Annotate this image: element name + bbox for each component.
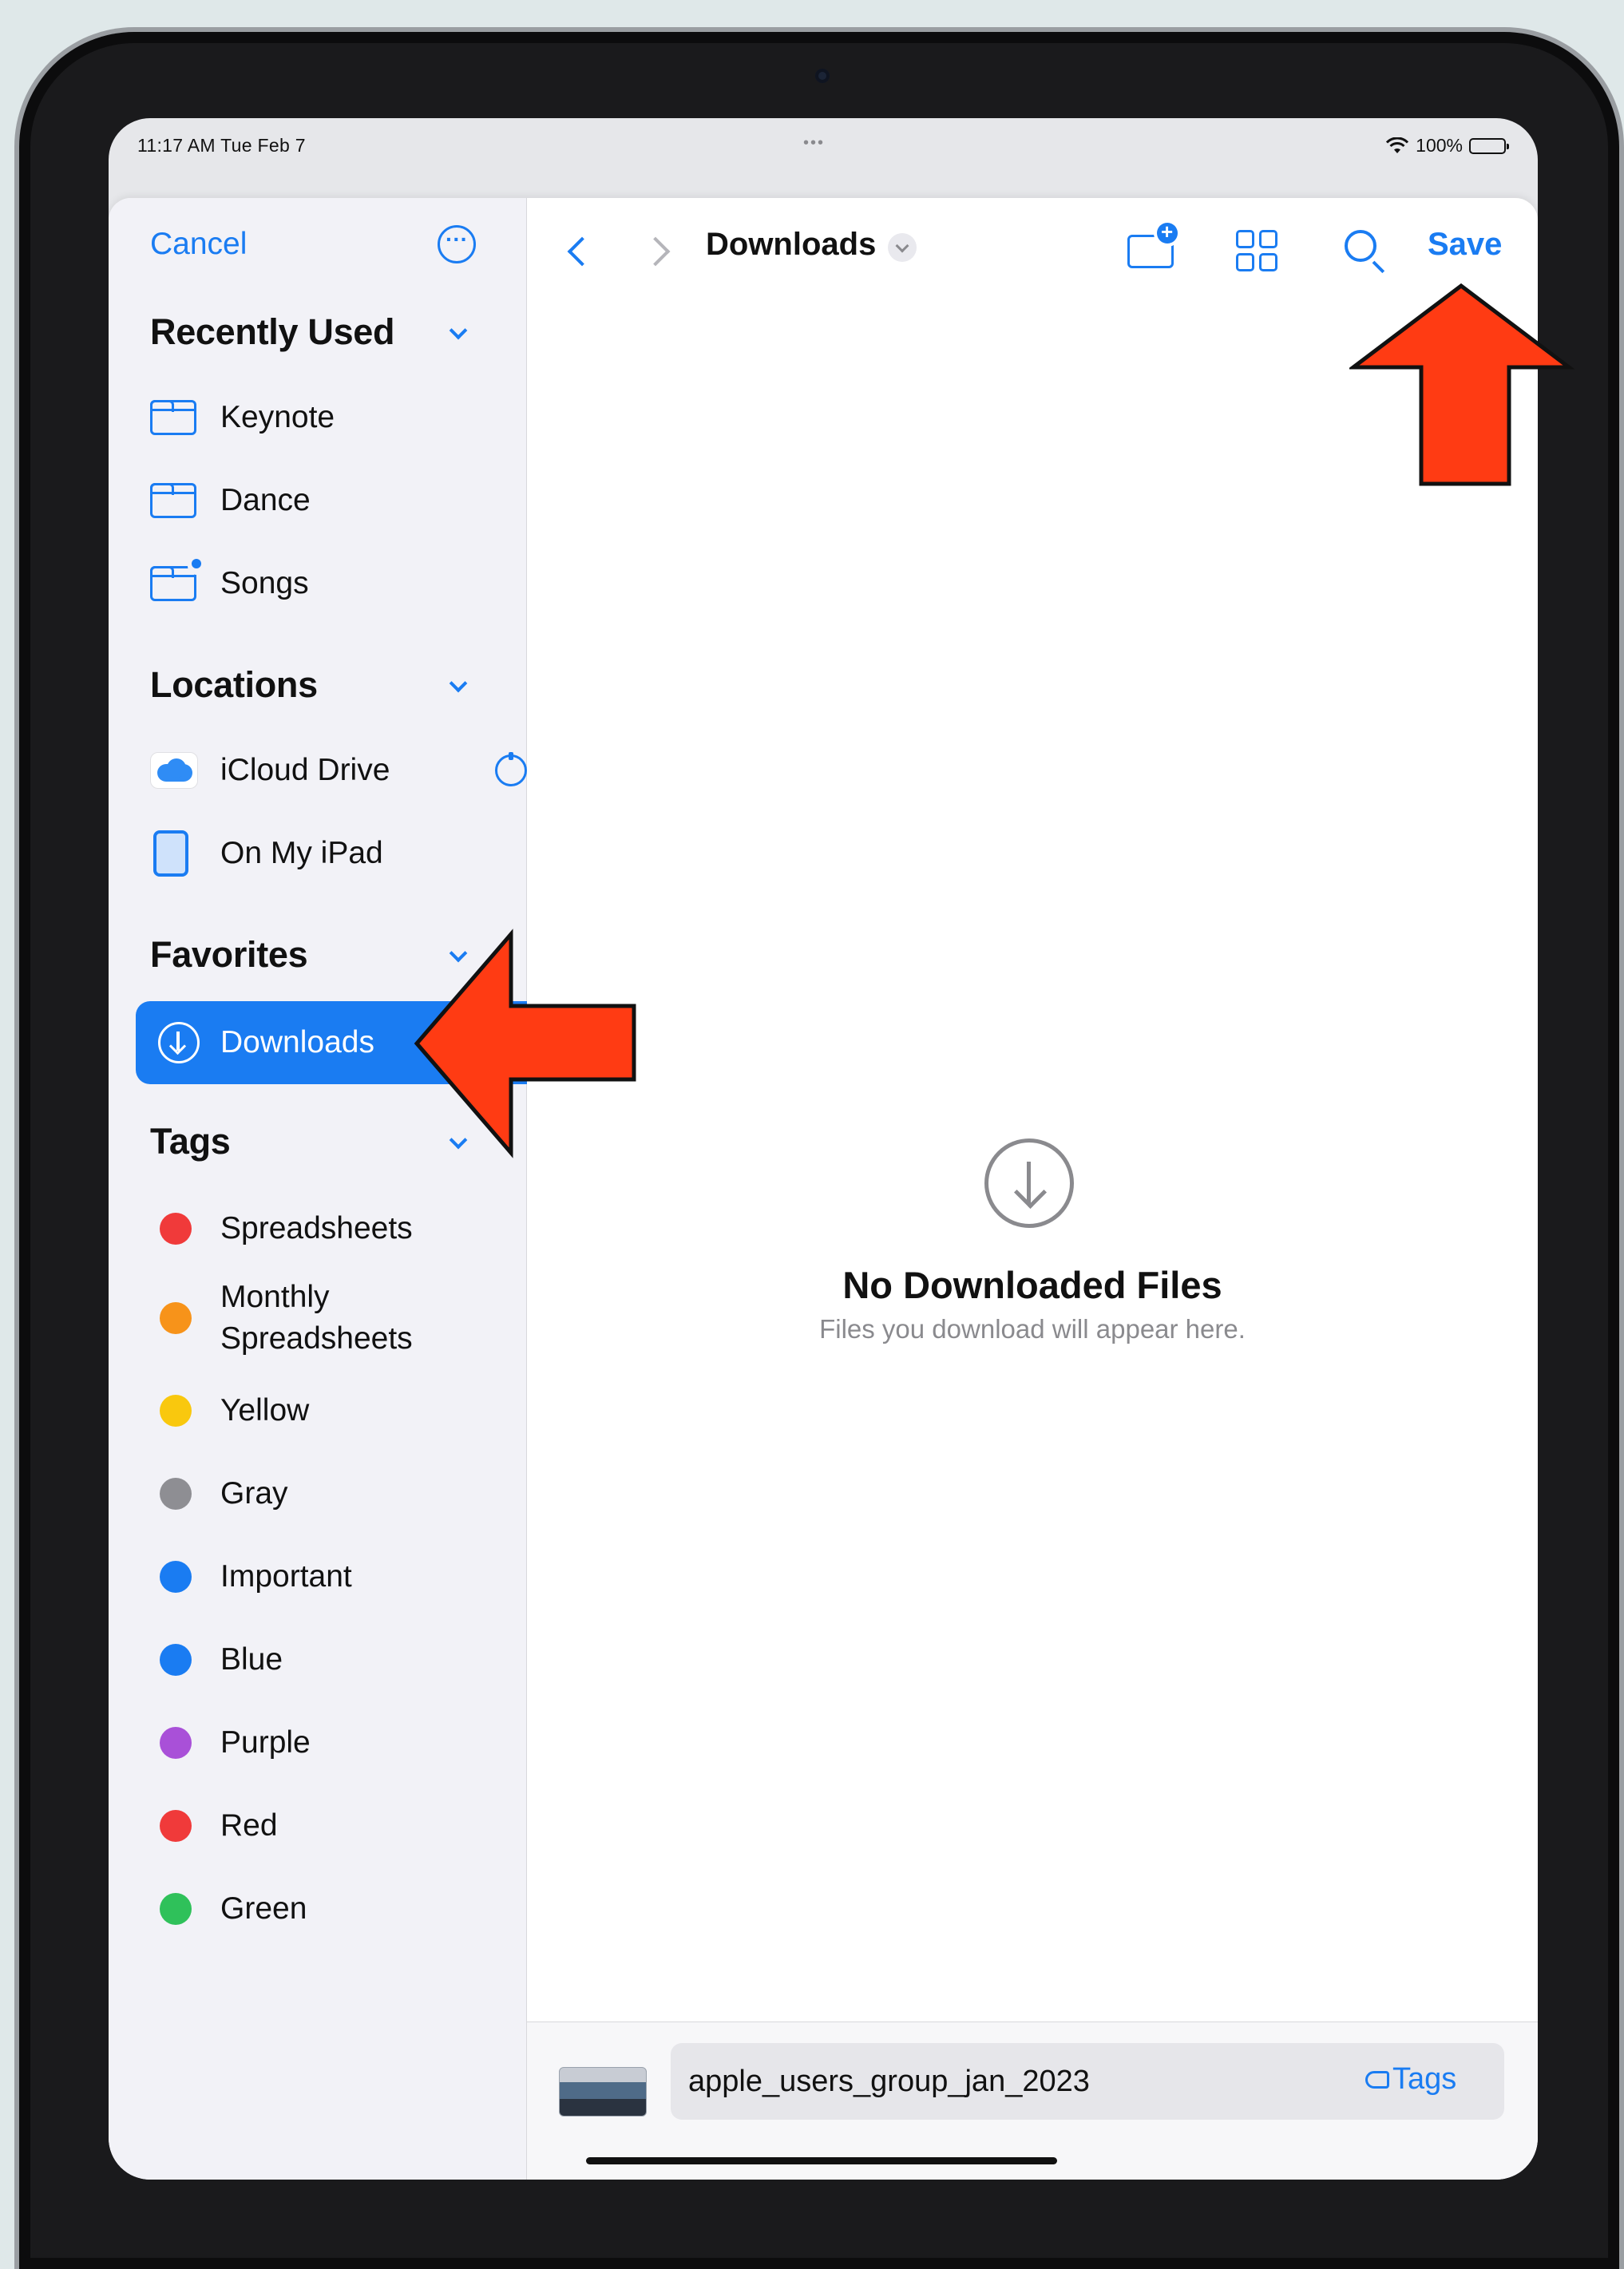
tags-button-label: Tags [1392, 2062, 1457, 2096]
sidebar-item-label: On My iPad [220, 836, 383, 870]
wifi-icon [1386, 137, 1409, 153]
tag-label: Spreadsheets [220, 1211, 413, 1245]
save-to-files-sheet: Cancel ··· Recently Used Keynote Dance S… [109, 198, 1538, 2180]
tag-icon [1365, 2070, 1389, 2089]
empty-state-title: No Downloaded Files [842, 1264, 1222, 1306]
front-camera [815, 69, 830, 83]
tag-color-dot [160, 1213, 192, 1245]
section-locations[interactable]: Locations [150, 664, 318, 706]
tag-color-dot [160, 1727, 192, 1759]
tag-color-dot [160, 1302, 192, 1334]
tag-color-dot [160, 1893, 192, 1925]
sync-progress-icon [495, 752, 527, 786]
sidebar-item-label: Downloads [220, 1025, 374, 1059]
icloud-icon [150, 752, 198, 789]
status-bar: 11:17 AM Tue Feb 7 ••• 100% [109, 118, 1538, 174]
section-recently-used[interactable]: Recently Used [150, 311, 395, 353]
file-thumbnail [559, 2067, 647, 2117]
tag-label: Important [220, 1559, 352, 1594]
annotation-arrow-left [414, 929, 636, 1158]
tag-label: Green [220, 1891, 307, 1926]
battery-percentage: 100% [1416, 135, 1463, 156]
tag-color-dot [160, 1478, 192, 1510]
status-time-date: 11:17 AM Tue Feb 7 [137, 135, 306, 156]
grid-view-icon[interactable] [1236, 230, 1277, 271]
more-options-icon[interactable]: ··· [438, 225, 476, 263]
tag-label: Red [220, 1808, 278, 1843]
tag-color-dot [160, 1810, 192, 1842]
chevron-down-icon[interactable] [449, 321, 468, 340]
sidebar-item-label: Dance [220, 483, 311, 517]
tag-color-dot [160, 1561, 192, 1593]
tag-label: Yellow [220, 1393, 310, 1428]
home-indicator[interactable] [586, 2157, 1057, 2164]
ipad-screen: 11:17 AM Tue Feb 7 ••• 100% Cancel ··· R… [109, 118, 1538, 2180]
sidebar-item-label: Keynote [220, 400, 335, 434]
files-sidebar: Cancel ··· Recently Used Keynote Dance S… [109, 198, 527, 2180]
folder-icon [149, 399, 196, 435]
tags-button[interactable]: Tags [1365, 2062, 1456, 2097]
folder-icon [149, 482, 196, 518]
chevron-down-icon[interactable] [449, 674, 468, 693]
new-folder-icon[interactable] [1127, 220, 1178, 268]
back-chevron-icon[interactable] [567, 236, 597, 267]
sidebar-item-label: Songs [220, 566, 309, 600]
ipad-icon [153, 830, 188, 877]
empty-state-subtitle: Files you download will appear here. [819, 1314, 1246, 1344]
section-tags[interactable]: Tags [150, 1121, 231, 1162]
download-icon [158, 1022, 200, 1063]
save-button[interactable]: Save [1428, 227, 1502, 263]
download-circle-icon [984, 1138, 1074, 1228]
tag-label: Monthly Spreadsheets [220, 1280, 413, 1356]
tag-color-dot [160, 1644, 192, 1676]
tag-label: Gray [220, 1476, 288, 1511]
tag-color-dot [160, 1395, 192, 1427]
tag-label: Blue [220, 1642, 283, 1677]
title-menu-chevron-icon[interactable] [888, 233, 917, 262]
status-right: 100% [1385, 135, 1509, 156]
tag-label: Purple [220, 1725, 311, 1760]
save-bottom-bar: Tags [527, 2022, 1538, 2180]
forward-chevron-icon[interactable] [640, 236, 671, 267]
folder-title[interactable]: Downloads [706, 227, 876, 263]
cancel-button[interactable]: Cancel [150, 227, 247, 262]
annotation-arrow-up [1349, 283, 1575, 486]
battery-icon [1469, 137, 1509, 154]
shared-folder-icon [149, 557, 205, 601]
multitasking-dots[interactable]: ••• [803, 134, 825, 152]
sidebar-item-label: iCloud Drive [220, 753, 390, 787]
search-icon[interactable] [1345, 230, 1376, 262]
section-favorites[interactable]: Favorites [150, 934, 308, 976]
